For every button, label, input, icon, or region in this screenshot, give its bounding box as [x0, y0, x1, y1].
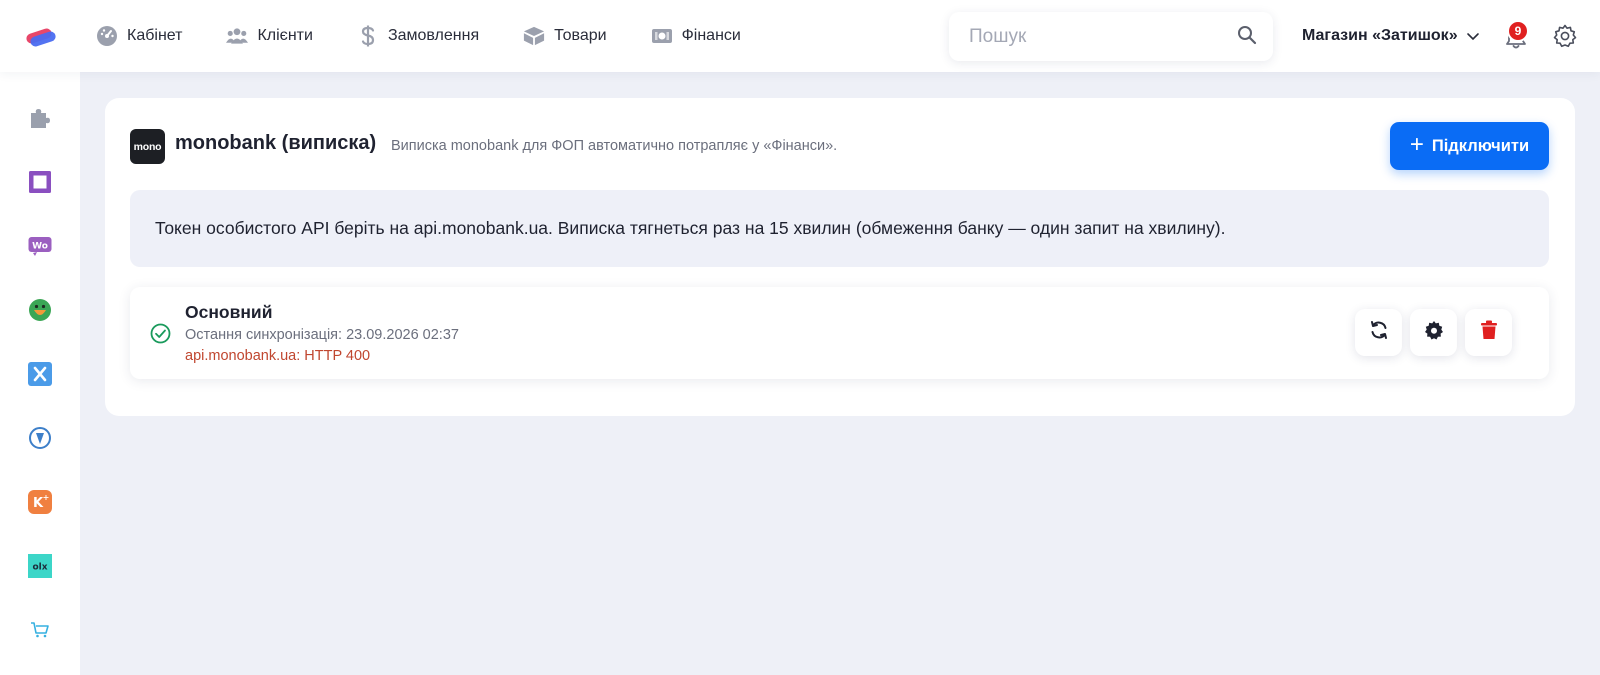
olx-icon[interactable]: olx — [28, 554, 52, 578]
money-icon — [651, 25, 673, 47]
plus-icon: + — [1409, 131, 1424, 158]
nav-item-cabinet[interactable]: Кабінет — [96, 0, 182, 72]
chevron-down-icon — [1466, 29, 1480, 43]
monobank-logo: mono — [130, 129, 165, 164]
sync-button[interactable] — [1355, 309, 1402, 356]
integration-card: mono monobank (виписка) Виписка monobank… — [105, 98, 1575, 416]
cog-icon — [1424, 320, 1444, 345]
svg-text:Wo: Wo — [32, 242, 48, 252]
main-nav: Кабінет Клієнти Замовлення Товари Фінанс… — [96, 0, 785, 72]
nav-item-products[interactable]: Товари — [523, 0, 607, 72]
square-app-icon[interactable] — [28, 170, 52, 194]
nav-label: Фінанси — [681, 27, 741, 44]
refresh-icon — [1369, 320, 1389, 345]
check-circle-icon — [150, 323, 171, 344]
cart-icon[interactable] — [28, 618, 52, 642]
settings-button[interactable] — [1410, 309, 1457, 356]
pin-app-icon[interactable] — [28, 426, 52, 450]
connect-button[interactable]: + Підключити — [1390, 122, 1549, 170]
x-app-icon[interactable] — [28, 362, 52, 386]
gear-icon[interactable] — [1553, 24, 1577, 48]
integration-description: Виписка monobank для ФОП автоматично пот… — [391, 138, 838, 154]
users-icon — [226, 25, 249, 47]
connect-label: Підключити — [1431, 136, 1530, 155]
integration-title: monobank (виписка) — [175, 132, 377, 154]
account-name: Основний — [185, 302, 273, 322]
box-icon — [523, 25, 545, 47]
svg-text:+: + — [43, 493, 50, 502]
nav-label: Кабінет — [127, 27, 183, 44]
nav-item-finance[interactable]: Фінанси — [651, 0, 741, 72]
store-selector[interactable]: Магазин «Затишок» — [1302, 24, 1480, 48]
nav-item-orders[interactable]: Замовлення — [357, 0, 479, 72]
dollar-icon — [357, 25, 379, 47]
nav-label: Товари — [554, 27, 607, 44]
svg-text:olx: olx — [32, 563, 47, 573]
nav-label: Клієнти — [257, 27, 313, 44]
error-text: api.monobank.ua: HTTP 400 — [185, 348, 371, 364]
woocommerce-icon[interactable]: Wo — [28, 234, 52, 258]
notification-badge: 9 — [1507, 20, 1529, 42]
dashboard-icon — [96, 25, 118, 47]
last-sync-text: Остання синхронізація: 23.09.2026 02:37 — [185, 327, 459, 343]
delete-button[interactable] — [1465, 309, 1512, 356]
puzzle-icon[interactable] — [28, 106, 52, 130]
trash-icon — [1480, 320, 1498, 345]
smile-app-icon[interactable] — [28, 298, 52, 322]
info-banner: Токен особистого API беріть на api.monob… — [130, 190, 1549, 267]
search-input[interactable] — [969, 25, 1219, 48]
store-name: Магазин «Затишок» — [1302, 27, 1458, 44]
nav-item-clients[interactable]: Клієнти — [226, 0, 313, 72]
app-logo[interactable] — [24, 22, 58, 50]
top-navigation: Кабінет Клієнти Замовлення Товари Фінанс… — [0, 0, 1600, 72]
search-box — [949, 12, 1273, 61]
account-row: Основний Остання синхронізація: 23.09.20… — [130, 287, 1549, 379]
search-icon[interactable] — [1237, 25, 1257, 45]
info-text: Токен особистого API беріть на api.monob… — [155, 218, 1226, 238]
left-sidebar: Wo K + olx — [0, 72, 80, 675]
k-app-icon[interactable]: K + — [28, 490, 52, 514]
nav-label: Замовлення — [387, 27, 480, 44]
